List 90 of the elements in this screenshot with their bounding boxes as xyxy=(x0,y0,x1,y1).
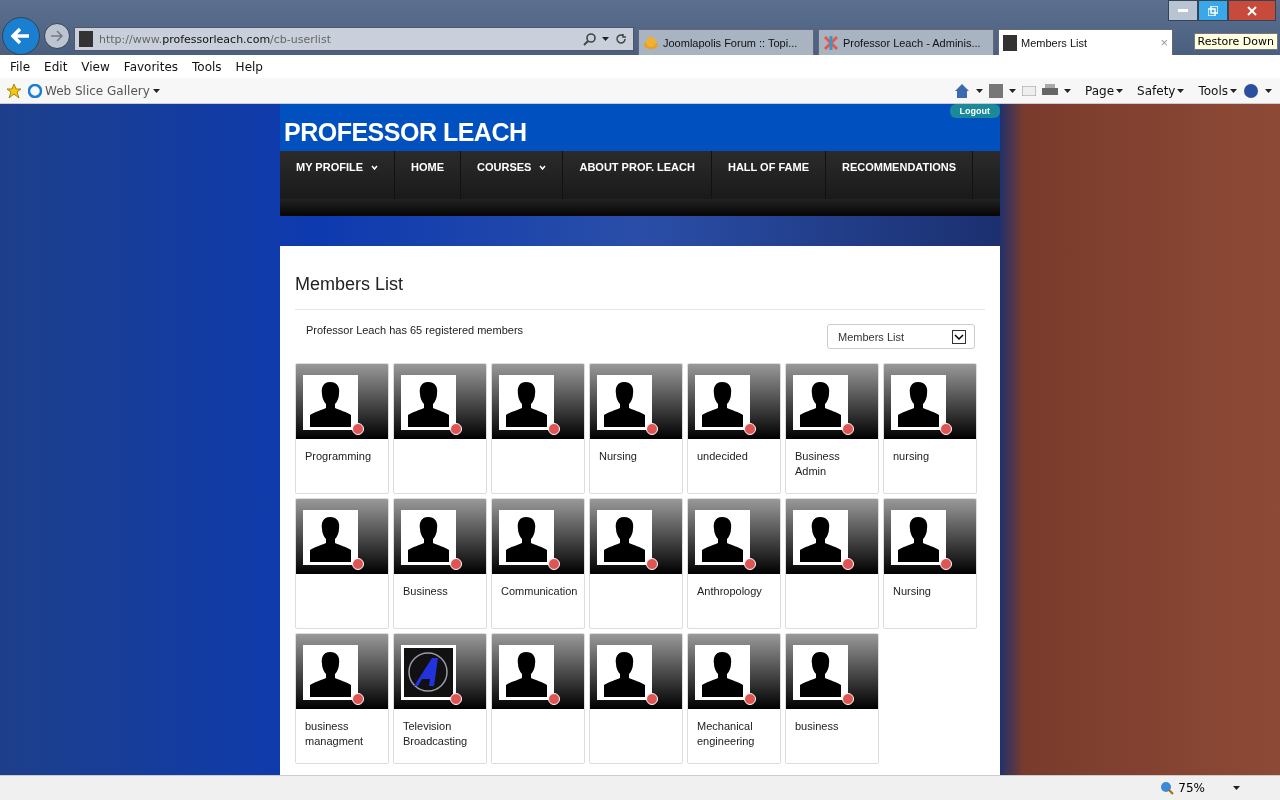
command-menu[interactable]: Tools xyxy=(1198,83,1237,98)
member-card[interactable] xyxy=(589,498,683,629)
member-field-text: business managment xyxy=(305,719,365,749)
member-card[interactable] xyxy=(295,498,389,629)
caret-icon xyxy=(1265,88,1272,93)
member-card[interactable]: Business Admin xyxy=(785,363,879,494)
hat-icon xyxy=(643,35,659,50)
page-heading: Members List xyxy=(295,274,985,310)
tab-title: Members List xyxy=(1021,36,1088,49)
chevron-down-icon xyxy=(371,165,379,170)
member-field-text: Communication xyxy=(501,584,575,599)
member-card[interactable]: Anthropology xyxy=(687,498,781,629)
close-button[interactable] xyxy=(1228,0,1276,21)
puzzle-logo-icon xyxy=(823,34,839,51)
caret-icon xyxy=(1116,88,1124,93)
caret-icon xyxy=(1064,88,1071,93)
member-card[interactable]: Mechanical engineering xyxy=(687,633,781,764)
member-card[interactable] xyxy=(393,363,487,494)
caret-icon xyxy=(152,88,160,93)
member-card[interactable]: Business xyxy=(393,498,487,629)
member-field-text: Nursing xyxy=(599,449,638,464)
command-menu[interactable]: Page xyxy=(1085,83,1124,98)
menu-item[interactable]: Help xyxy=(228,59,270,74)
menu-item[interactable]: Edit xyxy=(37,59,75,74)
member-card[interactable]: Television Broadcasting xyxy=(393,633,487,764)
logout-button[interactable]: Logout xyxy=(949,104,1000,118)
refresh-icon[interactable] xyxy=(615,33,627,45)
back-button[interactable] xyxy=(2,17,40,55)
member-count-text: Professor Leach has 65 registered members xyxy=(306,324,524,336)
chevron-down-icon xyxy=(539,165,547,170)
member-field-text: nursing xyxy=(893,449,931,464)
url-text: http://www.professorleach.com/cb-userlist xyxy=(99,32,332,46)
list-select[interactable]: Members List xyxy=(827,324,975,349)
member-card[interactable]: business managment xyxy=(295,633,389,764)
home-icon[interactable] xyxy=(954,82,970,99)
address-bar[interactable]: http://www.professorleach.com/cb-userlist xyxy=(74,27,634,51)
caret-icon xyxy=(1230,88,1237,93)
browser-tab[interactable]: Joomlapolis Forum :: Topi... xyxy=(638,29,814,55)
member-card[interactable] xyxy=(491,633,585,764)
member-field-text: Television Broadcasting xyxy=(403,719,469,749)
caret-icon xyxy=(602,37,609,41)
member-card[interactable]: Nursing xyxy=(883,498,977,629)
profile-photo-placeholder xyxy=(79,31,93,47)
restore-button[interactable] xyxy=(1198,0,1228,21)
web-slice-gallery-link[interactable]: Web Slice Gallery xyxy=(28,83,160,98)
caret-icon xyxy=(1177,88,1185,93)
member-field-text: Business Admin xyxy=(795,449,841,479)
member-card[interactable]: Programming xyxy=(295,363,389,494)
printer-icon[interactable] xyxy=(1042,83,1058,98)
profile-photo-placeholder xyxy=(1003,34,1017,51)
minimize-button[interactable] xyxy=(1168,0,1198,21)
zoom-icon[interactable] xyxy=(1160,781,1175,795)
member-field-text: Programming xyxy=(305,449,373,464)
member-card[interactable]: business xyxy=(785,633,879,764)
caret-icon xyxy=(1009,88,1016,93)
member-field-text: Anthropology xyxy=(697,584,763,599)
browser-tab[interactable]: Professor Leach - Adminis... xyxy=(818,29,994,55)
member-card[interactable]: Nursing xyxy=(589,363,683,494)
tooltip: Restore Down xyxy=(1193,33,1278,50)
star-icon[interactable] xyxy=(6,82,22,99)
member-field-text: business xyxy=(795,719,840,734)
zoom-level[interactable]: 75% xyxy=(1178,781,1205,795)
browser-tab[interactable]: Members List × xyxy=(998,29,1173,55)
command-menu[interactable]: Safety xyxy=(1137,83,1185,98)
member-field-text: Mechanical engineering xyxy=(697,719,756,749)
caret-icon xyxy=(1233,786,1240,790)
menu-item[interactable]: Favorites xyxy=(116,59,186,74)
restore-icon xyxy=(1208,5,1218,16)
menu-item[interactable]: File xyxy=(3,59,38,74)
search-icon[interactable] xyxy=(583,32,596,46)
forward-button[interactable] xyxy=(44,23,70,49)
member-card[interactable] xyxy=(491,363,585,494)
site-title: PROFESSOR LEACH xyxy=(284,118,527,147)
member-card[interactable] xyxy=(589,633,683,764)
member-field-text: undecided xyxy=(697,449,749,464)
member-field-text: Business xyxy=(403,584,449,599)
member-card[interactable]: undecided xyxy=(687,363,781,494)
tab-title: Professor Leach - Adminis... xyxy=(843,36,981,49)
forward-arrow-icon xyxy=(50,30,64,42)
member-card[interactable]: nursing xyxy=(883,363,977,494)
caret-icon xyxy=(976,88,983,93)
menu-item[interactable]: Tools xyxy=(185,59,229,74)
minimize-icon xyxy=(1178,9,1188,12)
back-arrow-icon xyxy=(11,27,31,45)
member-card[interactable] xyxy=(785,498,879,629)
tab-title: Joomlapolis Forum :: Topi... xyxy=(663,36,798,49)
member-field-text: Nursing xyxy=(893,584,932,599)
menu-item[interactable]: View xyxy=(74,59,117,74)
member-card[interactable]: Communication xyxy=(491,498,585,629)
close-icon xyxy=(1247,5,1257,16)
